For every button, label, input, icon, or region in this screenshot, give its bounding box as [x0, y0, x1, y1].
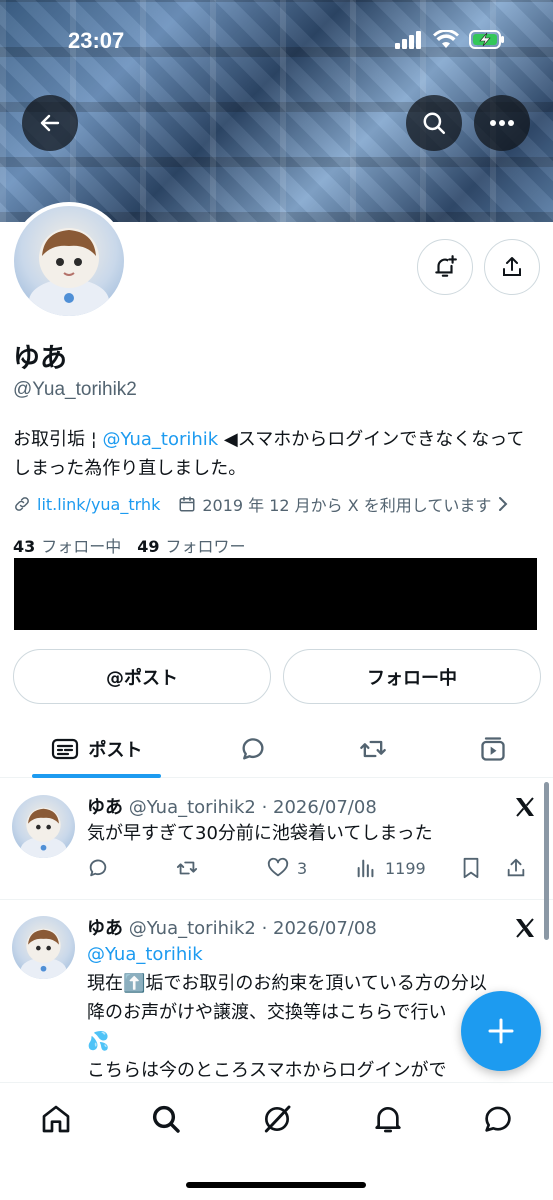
share-icon — [507, 858, 525, 877]
display-name: ゆあ — [13, 343, 67, 374]
tab-posts[interactable]: ポスト — [32, 720, 161, 778]
media-icon — [481, 737, 505, 761]
plus-icon — [488, 1018, 514, 1044]
post-mention-link[interactable]: @Yua_torihik — [87, 940, 527, 969]
notify-button[interactable] — [417, 239, 473, 295]
nav-notifications[interactable] — [368, 1099, 408, 1139]
x-logo-icon — [516, 797, 534, 817]
profile-handle: @Yua_torihik2 — [13, 379, 137, 400]
post-header: ゆあ @Yua_torihik2 · 2026/07/08 — [87, 793, 377, 819]
post-author-name[interactable]: ゆあ — [87, 797, 123, 818]
status-time: 23:07 — [68, 28, 125, 53]
home-icon — [42, 1105, 70, 1133]
post-author-name[interactable]: ゆあ — [87, 918, 123, 939]
active-tab-indicator — [32, 774, 161, 778]
nav-grok[interactable] — [257, 1099, 297, 1139]
battery-charging-icon — [469, 30, 504, 49]
status-icons — [395, 30, 505, 49]
like-button[interactable]: 3 — [267, 857, 355, 879]
reposts-icon — [360, 740, 386, 758]
post-avatar[interactable] — [12, 795, 75, 858]
profile-avatar[interactable] — [10, 202, 128, 320]
bell-plus-icon — [435, 255, 457, 277]
share-profile-button[interactable] — [484, 239, 540, 295]
nav-search[interactable] — [146, 1099, 186, 1139]
reply-icon — [89, 859, 107, 877]
like-count: 3 — [297, 858, 308, 878]
post-handle-date[interactable]: @Yua_torihik2 · 2026/07/08 — [129, 918, 377, 939]
post-avatar[interactable] — [12, 916, 75, 979]
bio-mention-link[interactable]: @Yua_torihik — [103, 429, 219, 450]
joined-text: 2019 年 12 月から X を利用しています — [202, 496, 492, 515]
profile-bio: お取引垢 ¦ @Yua_torihik ◀スマホからログインできなくなってしまっ… — [13, 425, 538, 483]
search-icon — [152, 1105, 180, 1133]
views-button[interactable]: 1199 — [355, 857, 461, 879]
bookmark-button[interactable] — [461, 857, 505, 879]
profile-link[interactable]: lit.link/yua_trhk — [13, 495, 160, 514]
joined-date[interactable]: 2019 年 12 月から X を利用しています — [178, 492, 509, 516]
posts-icon — [51, 738, 78, 760]
nav-home[interactable] — [36, 1099, 76, 1139]
tab-media[interactable] — [472, 720, 514, 778]
follow-counts: 43 フォロー中 49 フォロワー — [13, 533, 246, 557]
back-button[interactable] — [22, 95, 78, 151]
avatar-image — [14, 206, 124, 316]
bell-icon — [375, 1107, 401, 1133]
tab-reposts[interactable] — [352, 720, 394, 778]
analytics-icon — [357, 859, 374, 878]
post-text: 気が早すぎて30分前に池袋着いてしまった — [87, 823, 433, 844]
chat-icon — [485, 1106, 511, 1132]
post-header: ゆあ @Yua_torihik2 · 2026/07/08 — [87, 914, 377, 940]
profile-meta: lit.link/yua_trhk 2019 年 12 月から X を利用してい… — [13, 492, 509, 516]
share-icon — [503, 257, 521, 276]
more-button[interactable] — [474, 95, 530, 151]
tab-posts-label: ポスト — [88, 740, 143, 761]
bio-prefix: お取引垢 ¦ — [13, 429, 103, 450]
link-icon — [15, 497, 29, 511]
wifi-icon — [433, 30, 459, 48]
tab-replies[interactable] — [232, 720, 274, 778]
following-button[interactable]: フォロー中 — [283, 649, 541, 704]
grok-icon — [264, 1105, 291, 1133]
compose-button[interactable] — [461, 991, 541, 1071]
post-handle-date[interactable]: @Yua_torihik2 · 2026/07/08 — [129, 797, 377, 818]
calendar-icon — [179, 496, 195, 512]
search-icon — [423, 112, 445, 134]
followers-count[interactable]: 49 フォロワー — [137, 533, 245, 557]
signal-icon — [395, 30, 421, 49]
view-count: 1199 — [385, 858, 426, 878]
bookmark-icon — [463, 857, 479, 879]
profile-link-text[interactable]: lit.link/yua_trhk — [37, 495, 160, 514]
chevron-right-icon — [499, 497, 508, 511]
heart-icon — [267, 857, 289, 877]
scrollbar[interactable] — [544, 782, 549, 940]
nav-messages[interactable] — [478, 1099, 518, 1139]
status-bar: 23:07 — [0, 0, 553, 84]
mention-post-button[interactable]: @ポスト — [13, 649, 271, 704]
replies-icon — [242, 738, 264, 760]
home-indicator — [186, 1182, 366, 1188]
redacted-area — [14, 558, 537, 630]
search-button[interactable] — [406, 95, 462, 151]
post-actions: 3 1199 — [87, 857, 542, 879]
repost-button[interactable] — [175, 857, 267, 879]
post-item[interactable]: ゆあ @Yua_torihik2 · 2026/07/08 気が早すぎて30分前… — [0, 779, 553, 900]
repost-icon — [176, 861, 198, 875]
arrow-left-icon — [40, 114, 60, 132]
x-logo-icon — [516, 918, 534, 938]
post-text: @Yua_torihik 現在⬆️垢でお取引のお約束を頂いている方の分以 降のお… — [87, 940, 527, 1082]
reply-button[interactable] — [87, 857, 175, 879]
more-icon — [490, 120, 514, 126]
post-share-button[interactable] — [505, 857, 527, 879]
following-count[interactable]: 43 フォロー中 — [13, 533, 121, 557]
profile-tabs: ポスト — [0, 720, 553, 778]
